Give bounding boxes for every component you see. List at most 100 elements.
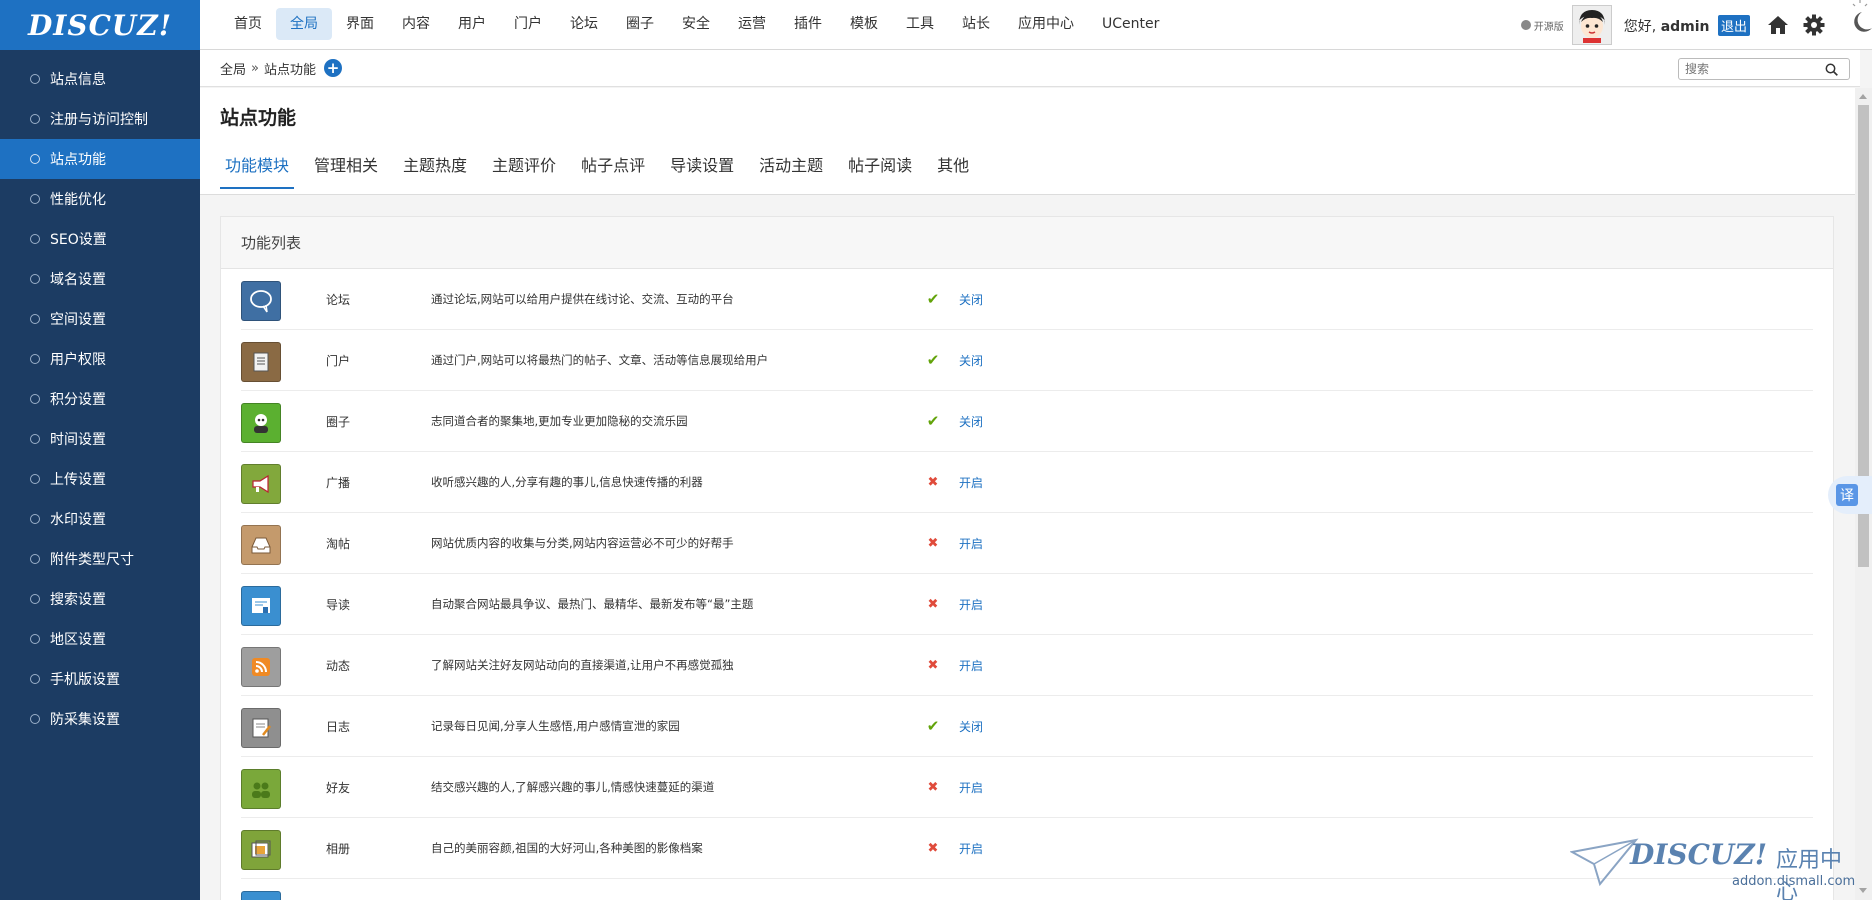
logo-text: DISCUZ! — [27, 8, 173, 42]
sidebar-item[interactable]: 地区设置 — [0, 619, 200, 659]
sidebar-item-label: 上传设置 — [50, 472, 106, 488]
avatar[interactable] — [1571, 5, 1612, 45]
disable-link[interactable]: 关闭 — [959, 718, 983, 735]
circle-bullet-icon — [30, 434, 40, 444]
sidebar-item[interactable]: 防采集设置 — [0, 699, 200, 739]
sidebar-item[interactable]: 空间设置 — [0, 299, 200, 339]
sidebar-item-label: 手机版设置 — [50, 672, 120, 688]
topnav-item[interactable]: 模板 — [836, 8, 892, 40]
feature-row: 论坛 通过论坛,网站可以给用户提供在线讨论、交流、互动的平台 ✔ 关闭 — [241, 269, 1813, 330]
avatar-face-icon — [1578, 10, 1605, 43]
circle-bullet-icon — [30, 674, 40, 684]
logout-button[interactable]: 退出 — [1717, 14, 1750, 36]
cross-icon: ✖ — [927, 657, 939, 673]
search-input[interactable] — [1679, 59, 1819, 79]
topnav-item[interactable]: 论坛 — [556, 8, 612, 40]
feature-row: 广播 收听感兴趣的人,分享有趣的事儿,信息快速传播的利器 ✖ 开启 — [241, 452, 1813, 513]
breadcrumb-root[interactable]: 全局 — [220, 59, 246, 78]
circle-bullet-icon — [30, 114, 40, 124]
feature-row: 圈子 志同道合者的聚集地,更加专业更加隐秘的交流乐园 ✔ 关闭 — [241, 391, 1813, 452]
sidebar-item[interactable]: 时间设置 — [0, 419, 200, 459]
sidebar-item[interactable]: 站点功能 — [0, 139, 200, 179]
tab[interactable]: 其他 — [932, 152, 974, 189]
sidebar-item[interactable]: 水印设置 — [0, 499, 200, 539]
home-icon[interactable] — [1760, 7, 1796, 43]
tab[interactable]: 帖子阅读 — [843, 152, 917, 189]
topnav-item[interactable]: 站长 — [948, 8, 1004, 40]
feature-description: 自己的美丽容颜,祖国的大好河山,各种美图的影像档案 — [431, 841, 703, 855]
disable-link[interactable]: 关闭 — [959, 352, 983, 369]
sidebar-item-label: 防采集设置 — [50, 712, 120, 728]
feature-name: 淘帖 — [326, 536, 351, 551]
tab[interactable]: 导读设置 — [665, 152, 739, 189]
sidebar-item-label: SEO设置 — [50, 232, 107, 248]
topnav-item[interactable]: 应用中心 — [1004, 8, 1088, 40]
cross-icon: ✖ — [927, 535, 939, 551]
feature-name: 论坛 — [326, 292, 351, 307]
top-bar: DISCUZ! 首页 全局 界面 内容 用户 门户 论坛 圈子 安全 运营 插件 模板 工具 站长 应用中心… — [0, 0, 1872, 50]
sidebar-item[interactable]: 域名设置 — [0, 259, 200, 299]
feature-description: 记录每日见闻,分享人生感悟,用户感情宣泄的家园 — [431, 719, 680, 733]
sidebar-item[interactable]: 注册与访问控制 — [0, 99, 200, 139]
skin-switch[interactable]: 开源版 — [1520, 18, 1564, 33]
search-icon[interactable] — [1819, 59, 1843, 79]
sidebar-item-label: 搜索设置 — [50, 592, 106, 608]
topnav-item[interactable]: 安全 — [668, 8, 724, 40]
sidebar-item[interactable]: 手机版设置 — [0, 659, 200, 699]
tab[interactable]: 管理相关 — [309, 152, 383, 189]
topnav-item[interactable]: 界面 — [332, 8, 388, 40]
circle-bullet-icon — [30, 154, 40, 164]
disable-link[interactable]: 关闭 — [959, 413, 983, 430]
sidebar-menu: 站点信息 注册与访问控制站点功能性能优化 SEO设置域名设置空间设置 用户权限 积分设置… — [0, 50, 200, 739]
skin-icon — [1520, 20, 1531, 30]
sidebar-item[interactable]: 上传设置 — [0, 459, 200, 499]
enable-link[interactable]: 开启 — [959, 657, 983, 674]
feature-row — [241, 879, 1813, 900]
topnav-item[interactable]: 用户 — [444, 8, 500, 40]
topnav-item[interactable]: 运营 — [724, 8, 780, 40]
scroll-up-arrow[interactable] — [1859, 94, 1867, 99]
tab[interactable]: 功能模块 — [220, 152, 295, 189]
discuz-logo[interactable]: DISCUZ! — [0, 0, 200, 50]
tab[interactable]: 主题热度 — [398, 152, 472, 189]
topnav-item[interactable]: 内容 — [388, 8, 444, 40]
feature-row: 动态 了解网站关注好友网站动向的直接渠道,让用户不再感觉孤独 ✖ 开启 — [241, 635, 1813, 696]
topnav-item[interactable]: 全局 — [276, 8, 332, 40]
sidebar-item-label: 站点功能 — [50, 152, 106, 168]
enable-link[interactable]: 开启 — [959, 840, 983, 857]
tab[interactable]: 活动主题 — [754, 152, 828, 189]
disable-link[interactable]: 关闭 — [959, 291, 983, 308]
circle-bullet-icon — [30, 354, 40, 364]
tab[interactable]: 主题评价 — [487, 152, 561, 189]
topnav-item[interactable]: 圈子 — [612, 8, 668, 40]
enable-link[interactable]: 开启 — [959, 596, 983, 613]
scroll-down-arrow[interactable] — [1859, 888, 1867, 893]
theme-toggle-icon[interactable] — [1832, 0, 1872, 50]
sidebar-item[interactable]: 性能优化 — [0, 179, 200, 219]
topnav-item[interactable]: 插件 — [780, 8, 836, 40]
feature-row: 相册 自己的美丽容颜,祖国的大好河山,各种美图的影像档案 ✖ 开启 — [241, 818, 1813, 879]
sidebar-item[interactable]: SEO设置 — [0, 219, 200, 259]
sidebar-item-label: 域名设置 — [50, 272, 106, 288]
add-shortcut-button[interactable]: + — [324, 59, 342, 77]
sidebar-item[interactable]: 站点信息 — [0, 59, 200, 99]
sidebar-item[interactable]: 搜索设置 — [0, 579, 200, 619]
tab[interactable]: 帖子点评 — [576, 152, 650, 189]
topnav-item[interactable]: 工具 — [892, 8, 948, 40]
circle-bullet-icon — [30, 714, 40, 724]
topnav-item[interactable]: 首页 — [220, 8, 276, 40]
top-right-area: 开源版 您好, admin 退出 — [1520, 0, 1872, 50]
translate-widget[interactable]: 译 — [1828, 476, 1872, 514]
enable-link[interactable]: 开启 — [959, 535, 983, 552]
gear-icon[interactable] — [1796, 7, 1832, 43]
sidebar-item[interactable]: 用户权限 — [0, 339, 200, 379]
topnav-item[interactable]: 门户 — [500, 8, 556, 40]
sidebar-item[interactable]: 附件类型尺寸 — [0, 539, 200, 579]
enable-link[interactable]: 开启 — [959, 474, 983, 491]
forum-icon — [241, 281, 281, 321]
topnav-item[interactable]: UCenter — [1088, 8, 1173, 40]
enable-link[interactable]: 开启 — [959, 779, 983, 796]
feature-description: 了解网站关注好友网站动向的直接渠道,让用户不再感觉孤独 — [431, 658, 734, 672]
collection-icon — [241, 525, 281, 565]
sidebar-item[interactable]: 积分设置 — [0, 379, 200, 419]
